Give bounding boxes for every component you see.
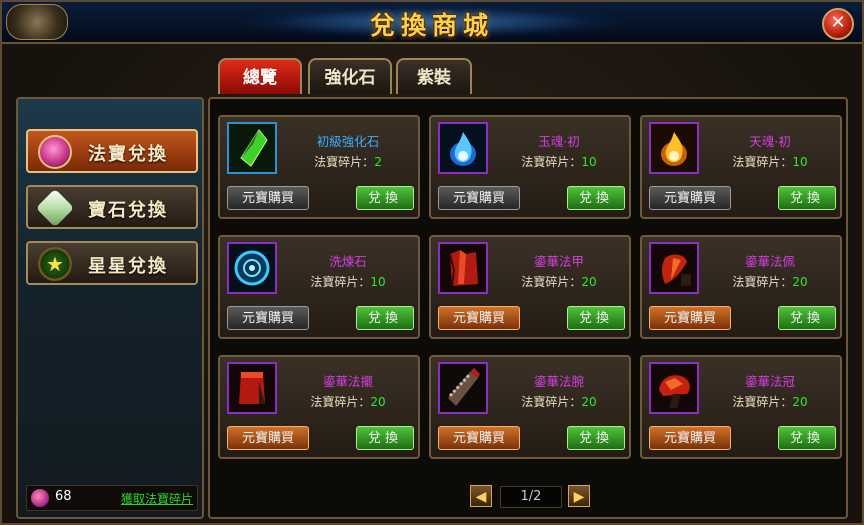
sidebar-item-star-exchange[interactable]: ★ 星星兌換 [26, 241, 198, 285]
red-armor-icon [440, 244, 486, 292]
exchange-button[interactable]: 兌換 [356, 426, 414, 450]
item-slot[interactable] [438, 242, 488, 294]
item-price: 法寶碎片：20 [310, 395, 386, 409]
item-slot[interactable] [227, 122, 277, 174]
item-name: 天魂·初 [749, 134, 791, 149]
ingot-buy-button[interactable]: 元寶購買 [438, 426, 520, 450]
tab-overview[interactable]: 總覽 [218, 58, 302, 94]
item-price: 法寶碎片：2 [314, 155, 382, 169]
item-name: 初級強化石 [316, 134, 380, 149]
fragment-count: 68 [55, 489, 72, 504]
ingot-buy-button[interactable]: 元寶購買 [227, 426, 309, 450]
pagination: ◀ 1/2 ▶ [470, 485, 590, 509]
sidebar-item-treasure-exchange[interactable]: 法寶兌換 [26, 129, 198, 173]
title-bar: 兌換商城 ✕ [2, 2, 862, 44]
tab-enhance-stone[interactable]: 強化石 [308, 58, 392, 94]
item-name: 鎏華法佩 [744, 254, 795, 269]
exchange-shop-window: 兌換商城 ✕ 總覽 強化石 紫裝 法寶兌換 寶石兌換 ★ 星星兌換 68 獲取法… [0, 0, 864, 525]
item-name: 鎏華法甲 [533, 254, 584, 269]
page-indicator: 1/2 [500, 486, 562, 508]
bracer-icon [440, 364, 486, 412]
item-price: 法寶碎片：20 [732, 275, 808, 289]
star-medal-icon: ★ [38, 247, 72, 281]
item-price: 法寶碎片：10 [732, 155, 808, 169]
item-card: 洗煉石 法寶碎片：10 元寶購買 兌換 [218, 235, 420, 339]
item-slot[interactable] [649, 242, 699, 294]
item-slot[interactable] [649, 362, 699, 414]
item-card: 鎏華法腕 法寶碎片：20 元寶購買 兌換 [429, 355, 631, 459]
fragment-counter: 68 獲取法寶碎片 [26, 485, 198, 511]
sidebar-item-label: 法寶兌換 [88, 144, 168, 165]
exchange-button[interactable]: 兌換 [567, 306, 625, 330]
treasure-bowl-icon [38, 135, 72, 169]
sidebar-item-label: 星星兌換 [88, 256, 168, 277]
tab-purple-gear[interactable]: 紫裝 [396, 58, 472, 94]
sidebar-item-label: 寶石兌換 [88, 200, 168, 221]
ingot-buy-button[interactable]: 元寶購買 [649, 186, 731, 210]
item-name: 洗煉石 [329, 254, 367, 269]
exchange-button[interactable]: 兌換 [778, 426, 836, 450]
window-title: 兌換商城 [369, 11, 494, 40]
exchange-button[interactable]: 兌換 [356, 306, 414, 330]
exchange-button[interactable]: 兌換 [567, 186, 625, 210]
ingot-buy-button[interactable]: 元寶購買 [227, 186, 309, 210]
next-page-button[interactable]: ▶ [568, 485, 590, 507]
exchange-button[interactable]: 兌換 [356, 186, 414, 210]
ingot-buy-button[interactable]: 元寶購買 [438, 186, 520, 210]
item-price: 法寶碎片：20 [521, 275, 597, 289]
prev-page-button[interactable]: ◀ [470, 485, 492, 507]
item-slot[interactable] [227, 242, 277, 294]
get-fragments-link[interactable]: 獲取法寶碎片 [121, 490, 193, 507]
ingot-buy-button[interactable]: 元寶購買 [649, 306, 731, 330]
item-card: 鎏華法佩 法寶碎片：20 元寶購買 兌換 [640, 235, 842, 339]
exchange-button[interactable]: 兌換 [778, 306, 836, 330]
item-name: 鎏華法擺 [322, 374, 373, 389]
item-price: 法寶碎片：20 [521, 395, 597, 409]
red-robe-icon [229, 364, 275, 412]
item-name: 鎏華法腕 [533, 374, 584, 389]
ingot-buy-button[interactable]: 元寶購買 [438, 306, 520, 330]
exchange-button[interactable]: 兌換 [778, 186, 836, 210]
red-crown-icon [651, 364, 697, 412]
item-slot[interactable] [649, 122, 699, 174]
close-button[interactable]: ✕ [822, 8, 854, 40]
item-card: 鎏華法冠 法寶碎片：20 元寶購買 兌換 [640, 355, 842, 459]
item-name: 鎏華法冠 [744, 374, 795, 389]
item-card: 初級強化石 法寶碎片：2 元寶購買 兌換 [218, 115, 420, 219]
item-slot[interactable] [438, 362, 488, 414]
item-card: 天魂·初 法寶碎片：10 元寶購買 兌換 [640, 115, 842, 219]
item-price: 法寶碎片：10 [310, 275, 386, 289]
item-grid: 初級強化石 法寶碎片：2 元寶購買 兌換 玉魂·初 法寶碎片：10 元寶購買 兌… [208, 97, 848, 519]
item-price: 法寶碎片：20 [732, 395, 808, 409]
green-crystal-icon [229, 124, 275, 172]
item-card: 鎏華法甲 法寶碎片：20 元寶購買 兌換 [429, 235, 631, 339]
gem-crystal-icon [35, 188, 75, 228]
item-name: 玉魂·初 [538, 134, 580, 149]
gold-flame-icon [651, 124, 697, 172]
red-pendant-icon [651, 244, 697, 292]
blue-flame-icon [440, 124, 486, 172]
ingot-buy-button[interactable]: 元寶購買 [227, 306, 309, 330]
sidebar: 法寶兌換 寶石兌換 ★ 星星兌換 68 獲取法寶碎片 [16, 97, 204, 519]
item-card: 鎏華法擺 法寶碎片：20 元寶購買 兌換 [218, 355, 420, 459]
item-slot[interactable] [227, 362, 277, 414]
fragment-icon [31, 489, 49, 507]
item-price: 法寶碎片：10 [521, 155, 597, 169]
ingot-buy-button[interactable]: 元寶購買 [649, 426, 731, 450]
sidebar-item-gem-exchange[interactable]: 寶石兌換 [26, 185, 198, 229]
item-slot[interactable] [438, 122, 488, 174]
exchange-button[interactable]: 兌換 [567, 426, 625, 450]
item-card: 玉魂·初 法寶碎片：10 元寶購買 兌換 [429, 115, 631, 219]
blue-rune-stone-icon [229, 244, 275, 292]
